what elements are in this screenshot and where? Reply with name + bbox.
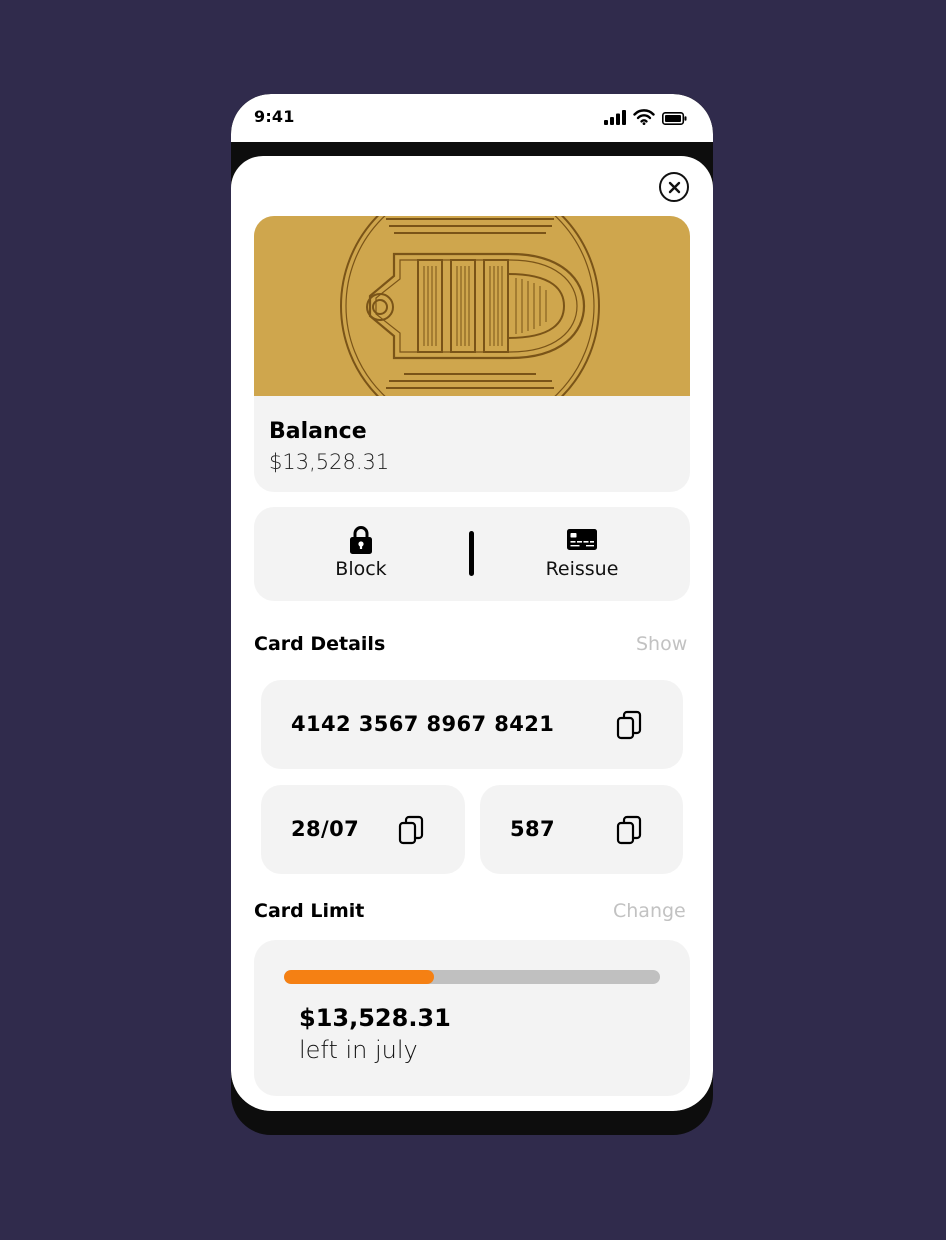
card-sheet: Balance $13,528.31 Block Reissue Card De…	[231, 156, 713, 1111]
limit-progress-bar	[284, 970, 660, 984]
card-actions: Block Reissue	[254, 507, 690, 601]
coin-logo-icon	[340, 216, 600, 436]
phone-frame: 9:41 Balance $13,528.31 Block Reissue Ca…	[231, 94, 713, 1111]
signal-icon	[604, 109, 626, 129]
show-details-link[interactable]: Show	[636, 633, 687, 655]
card-number-value: 4142 3567 8967 8421	[291, 712, 555, 736]
expiry-value: 28/07	[291, 817, 360, 841]
copy-cvv-icon[interactable]	[616, 815, 642, 845]
cvv-field: 587	[480, 785, 683, 874]
cvv-value: 587	[510, 817, 556, 841]
status-time: 9:41	[254, 107, 295, 126]
close-icon	[668, 181, 680, 193]
credit-card-icon	[567, 529, 597, 550]
battery-icon	[662, 110, 687, 129]
card-number-field: 4142 3567 8967 8421	[261, 680, 683, 769]
card-limit-title: Card Limit	[254, 900, 365, 922]
limit-progress-fill	[284, 970, 435, 984]
status-bar: 9:41	[231, 94, 713, 142]
actions-divider	[469, 531, 474, 576]
block-button[interactable]: Block	[301, 525, 421, 580]
card-details-title: Card Details	[254, 633, 386, 655]
status-icons	[604, 109, 687, 129]
change-limit-link[interactable]: Change	[613, 900, 686, 922]
card-image	[254, 216, 690, 436]
reissue-label: Reissue	[545, 558, 619, 580]
limit-amount: $13,528.31	[299, 1004, 451, 1032]
block-label: Block	[335, 558, 387, 580]
balance-value: $13,528.31	[269, 450, 390, 474]
copy-expiry-icon[interactable]	[398, 815, 424, 845]
copy-card-number-icon[interactable]	[616, 710, 642, 740]
expiry-field: 28/07	[261, 785, 465, 874]
balance-label: Balance	[269, 419, 367, 444]
reissue-button[interactable]: Reissue	[522, 525, 642, 580]
card-panel: Balance $13,528.31	[254, 216, 690, 492]
card-limit-panel: $13,528.31 left in july	[254, 940, 690, 1096]
lock-icon	[350, 526, 372, 554]
close-button[interactable]	[659, 172, 689, 202]
limit-subtitle: left in july	[299, 1036, 418, 1064]
wifi-icon	[633, 109, 655, 129]
